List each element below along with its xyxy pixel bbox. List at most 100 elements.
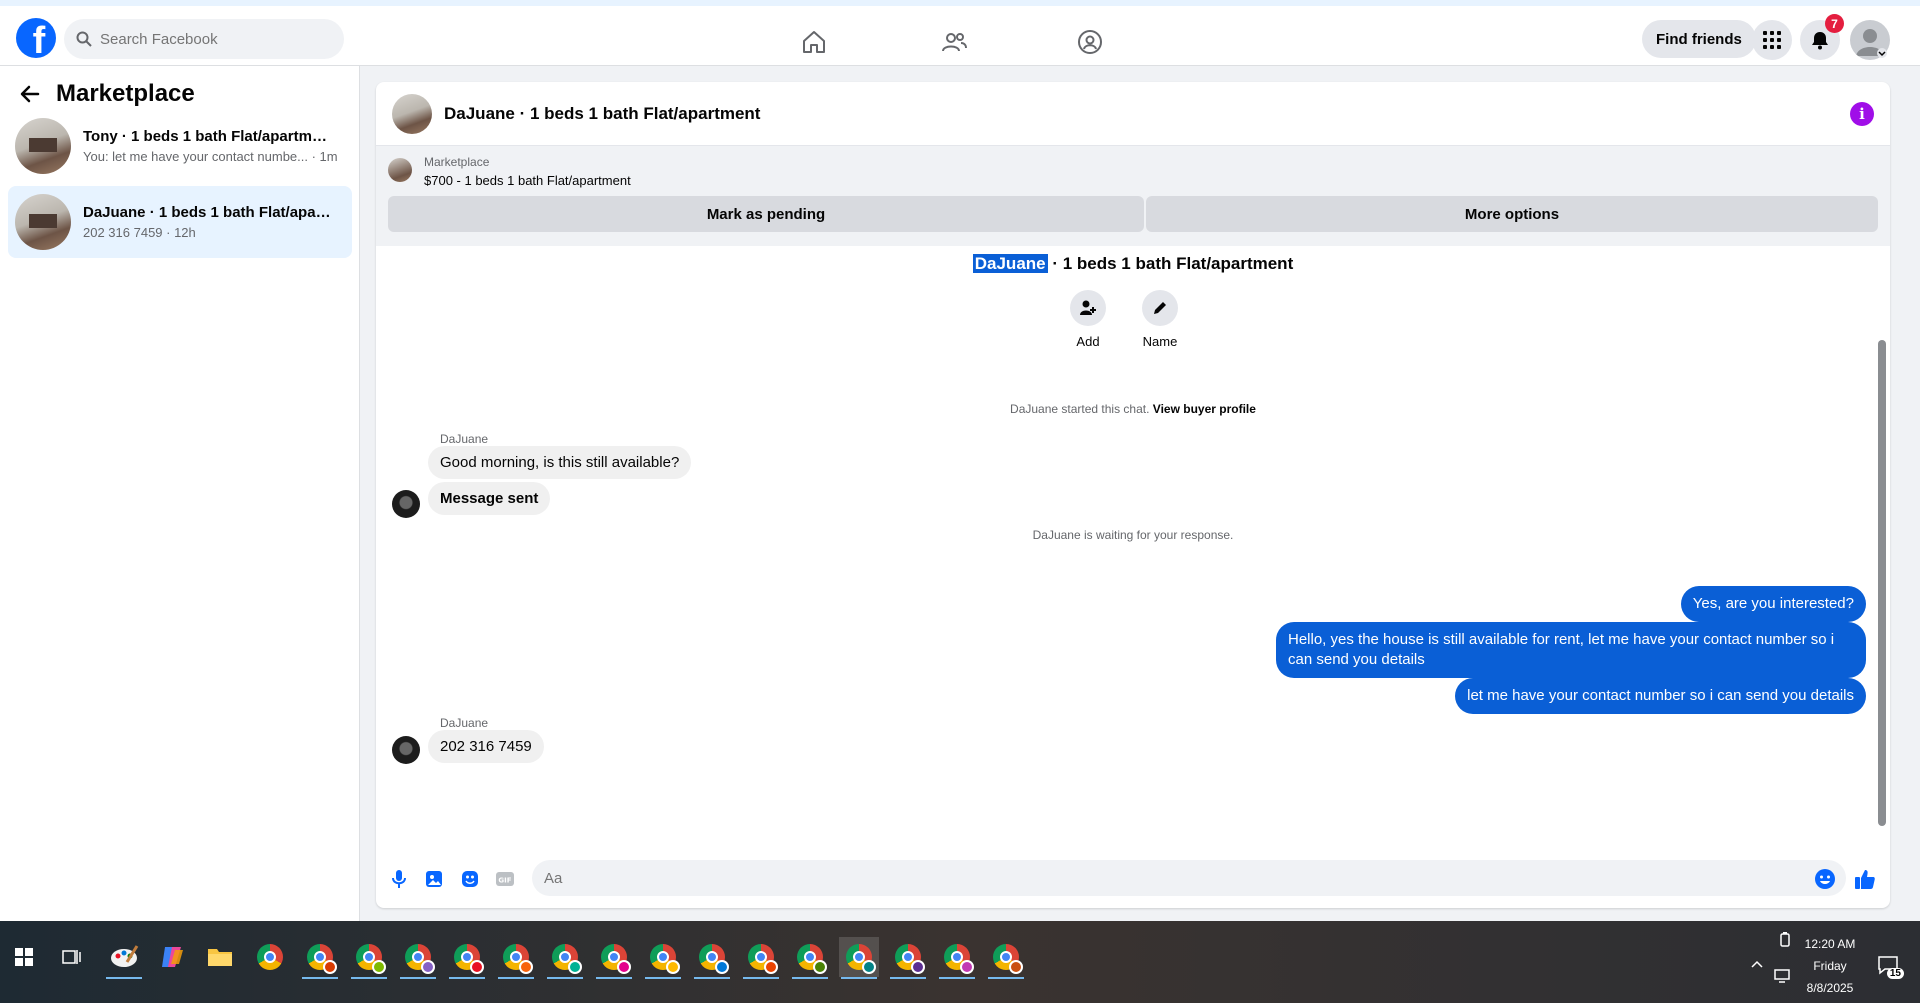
add-person-icon[interactable] <box>1070 290 1106 326</box>
chrome-profile-icon[interactable] <box>349 937 389 979</box>
file-explorer-icon[interactable] <box>200 937 240 977</box>
task-view-icon[interactable] <box>52 937 92 977</box>
pencil-icon[interactable] <box>1142 290 1178 326</box>
listing-thumbnail[interactable] <box>392 93 432 134</box>
scrollbar-thumb[interactable] <box>1878 340 1886 826</box>
message-list: DaJuane · 1 beds 1 bath Flat/apartment A… <box>376 246 1890 846</box>
mark-as-pending-button[interactable]: Mark as pending <box>388 196 1144 232</box>
inbox-header: Marketplace <box>18 80 195 108</box>
buyer-avatar[interactable] <box>392 490 420 518</box>
top-navigation-bar: f Find friends 7 <box>0 0 1920 66</box>
home-icon[interactable] <box>800 28 828 56</box>
friends-icon[interactable] <box>940 28 968 56</box>
chrome-browser-icon[interactable] <box>250 937 290 977</box>
notification-badge: 7 <box>1825 14 1844 33</box>
paint-app-icon[interactable] <box>104 937 144 979</box>
bell-icon <box>1812 32 1828 50</box>
system-clock[interactable]: 12:20 AM Friday 8/8/2025 <box>1800 933 1860 999</box>
listing-thumbnail-small[interactable] <box>388 158 412 182</box>
chat-started-text: DaJuane started this chat. <box>1010 402 1150 416</box>
chrome-profile-icon[interactable] <box>986 937 1026 979</box>
name-action[interactable]: Name <box>1130 290 1190 349</box>
marketplace-inbox-panel: Marketplace Tony · 1 beds 1 bath Flat/ap… <box>0 66 360 921</box>
windows-taskbar: 12:20 AM Friday 8/8/2025 15 <box>0 921 1920 1003</box>
windows-start-icon[interactable] <box>4 937 44 977</box>
outgoing-message[interactable]: let me have your contact number so i can… <box>1455 678 1866 714</box>
gif-icon[interactable]: GIF <box>494 868 516 890</box>
notification-center-count: 15 <box>1886 968 1904 979</box>
more-options-button[interactable]: More options <box>1146 196 1878 232</box>
listing-price-title[interactable]: $700 - 1 beds 1 bath Flat/apartment <box>424 173 631 188</box>
back-arrow-icon[interactable] <box>18 82 42 106</box>
battery-saver-icon[interactable] <box>1770 925 1800 955</box>
chrome-profile-icon[interactable] <box>398 937 438 979</box>
groups-icon[interactable] <box>1076 28 1104 56</box>
waiting-notice: DaJuane is waiting for your response. <box>1032 528 1234 542</box>
page-title: Marketplace <box>56 80 195 107</box>
clock-date: 8/8/2025 <box>1806 981 1854 995</box>
search-box[interactable] <box>64 19 344 59</box>
notification-center-icon[interactable]: 15 <box>1872 949 1904 981</box>
outgoing-message[interactable]: Yes, are you interested? <box>1680 586 1866 622</box>
chrome-profile-icon[interactable] <box>937 937 977 979</box>
photo-icon[interactable] <box>423 868 445 890</box>
notifications-button[interactable]: 7 <box>1800 14 1844 60</box>
chrome-profile-icon[interactable] <box>545 937 585 979</box>
emoji-icon[interactable] <box>1814 868 1836 890</box>
clock-day: Friday <box>1813 959 1847 973</box>
conversation-preview: You: let me have your contact numbe... ·… <box>83 149 338 164</box>
info-icon[interactable]: i <box>1850 102 1874 126</box>
search-icon <box>76 31 92 47</box>
view-buyer-profile-link[interactable]: View buyer profile <box>1153 402 1256 416</box>
clock-time: 12:20 AM <box>1804 937 1856 951</box>
chrome-profile-icon[interactable] <box>692 937 732 979</box>
conversation-title: Tony · 1 beds 1 bath Flat/apartment <box>83 128 333 145</box>
incoming-message[interactable]: Message sent <box>428 482 551 515</box>
chrome-profile-icon[interactable] <box>300 937 340 979</box>
listing-bar: Marketplace $700 - 1 beds 1 bath Flat/ap… <box>376 146 1890 246</box>
buyer-avatar[interactable] <box>392 736 420 764</box>
incoming-message[interactable]: 202 316 7459 <box>428 730 544 763</box>
chrome-profile-icon[interactable] <box>594 937 634 979</box>
sender-name: DaJuane <box>440 716 489 730</box>
chrome-profile-icon[interactable] <box>447 937 487 979</box>
chrome-profile-icon[interactable] <box>790 937 830 979</box>
sender-name: DaJuane <box>440 432 489 446</box>
microphone-icon[interactable] <box>388 868 410 890</box>
intro-listing-title: · 1 beds 1 bath Flat/apartment <box>1047 254 1294 273</box>
message-composer: GIF <box>376 848 1890 908</box>
name-label: Name <box>1142 334 1178 349</box>
message-input[interactable] <box>532 860 1846 896</box>
facebook-logo-icon[interactable]: f <box>16 18 56 58</box>
network-icon[interactable] <box>1768 961 1798 991</box>
like-thumb-icon[interactable] <box>1854 868 1876 890</box>
svg-text:GIF: GIF <box>498 877 511 885</box>
find-friends-button[interactable]: Find friends <box>1642 20 1756 58</box>
listing-thumbnail <box>15 118 71 174</box>
conversation-title: DaJuane · 1 beds 1 bath Flat/apartment <box>83 204 333 221</box>
incoming-message[interactable]: Good morning, is this still available? <box>428 446 692 479</box>
search-input[interactable] <box>100 30 320 48</box>
conversation-item-tony[interactable]: Tony · 1 beds 1 bath Flat/apartment You:… <box>8 110 352 182</box>
copilot-icon[interactable] <box>152 937 192 977</box>
intro-buyer-name: DaJuane <box>972 254 1048 273</box>
listing-thumbnail <box>15 194 71 250</box>
chrome-profile-icon[interactable] <box>643 937 683 979</box>
chrome-profile-icon[interactable] <box>496 937 536 979</box>
chat-window: DaJuane · 1 beds 1 bath Flat/apartment i… <box>376 82 1890 908</box>
conversation-item-dajuane[interactable]: DaJuane · 1 beds 1 bath Flat/apartment 2… <box>8 186 352 258</box>
chat-intro-title: DaJuane · 1 beds 1 bath Flat/apartment <box>376 254 1890 274</box>
add-label: Add <box>1076 334 1100 349</box>
outgoing-message[interactable]: Hello, yes the house is still available … <box>1276 622 1866 678</box>
message-scrollbar[interactable] <box>1878 252 1886 842</box>
sticker-icon[interactable] <box>459 868 481 890</box>
chrome-profile-icon-active[interactable] <box>839 937 879 979</box>
chat-started-notice: DaJuane started this chat. View buyer pr… <box>376 402 1890 416</box>
chrome-profile-icon[interactable] <box>888 937 928 979</box>
menu-grid-icon[interactable] <box>1752 20 1792 60</box>
account-chevron-icon[interactable] <box>1876 48 1888 58</box>
conversation-preview: 202 316 7459 · 12h <box>83 225 196 240</box>
chrome-profile-icon[interactable] <box>741 937 781 979</box>
chat-title[interactable]: DaJuane · 1 beds 1 bath Flat/apartment <box>444 104 760 124</box>
add-action[interactable]: Add <box>1058 290 1118 349</box>
